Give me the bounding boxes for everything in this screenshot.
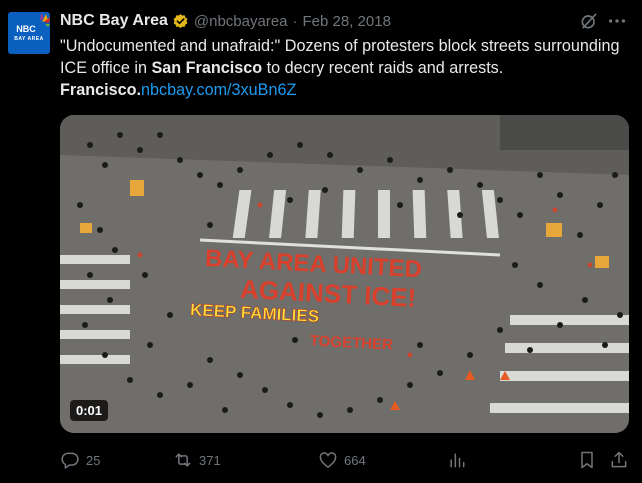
video-player[interactable]: BAY AREA UNITED AGAINST ICE! KEEP FAMILI… (60, 115, 629, 433)
video-frame: BAY AREA UNITED AGAINST ICE! KEEP FAMILI… (60, 115, 629, 433)
video-duration: 0:01 (70, 400, 109, 421)
avatar[interactable]: NBC BAY AREA (8, 12, 50, 54)
share-icon (611, 451, 627, 468)
grok-icon[interactable] (579, 11, 599, 31)
reply-count: 25 (86, 452, 101, 468)
repost-count: 371 (199, 452, 221, 468)
tweet-text-bold: San Francisco (151, 59, 263, 77)
views-button[interactable] (447, 450, 473, 470)
tweet-text-part2: to decry recent raids and arrests. (262, 59, 504, 77)
like-button[interactable]: 664 (318, 450, 366, 470)
like-count: 664 (344, 452, 366, 468)
reply-button[interactable]: 25 (60, 450, 100, 470)
views-icon (450, 453, 465, 468)
repost-button[interactable]: 371 (173, 450, 221, 470)
avatar-sub-text: BAY AREA (14, 36, 44, 42)
avatar-logo-text: NBC (16, 24, 36, 34)
bookmark-icon (581, 451, 593, 469)
verified-badge-icon[interactable] (172, 13, 189, 30)
bookmark-button[interactable] (577, 450, 603, 470)
share-button[interactable] (609, 450, 635, 470)
tweet-text: "Undocumented and unafraid:" Dozens of p… (60, 35, 630, 101)
author-name[interactable]: NBC Bay Area (60, 12, 168, 30)
tweet-link[interactable]: nbcbay.com/3xuBn6Z (141, 81, 296, 99)
separator-dot: · (292, 12, 298, 30)
repost-icon (175, 453, 191, 467)
reply-icon (61, 452, 79, 469)
tweet-text-bold2: Francisco. (60, 81, 141, 99)
author-handle[interactable]: @nbcbayarea (194, 13, 288, 30)
more-icon[interactable] (606, 10, 628, 32)
tweet-date[interactable]: Feb 28, 2018 (303, 13, 391, 30)
tweet-header: NBC Bay Area @nbcbayarea · Feb 28, 2018 (60, 10, 391, 32)
like-icon (319, 452, 337, 468)
